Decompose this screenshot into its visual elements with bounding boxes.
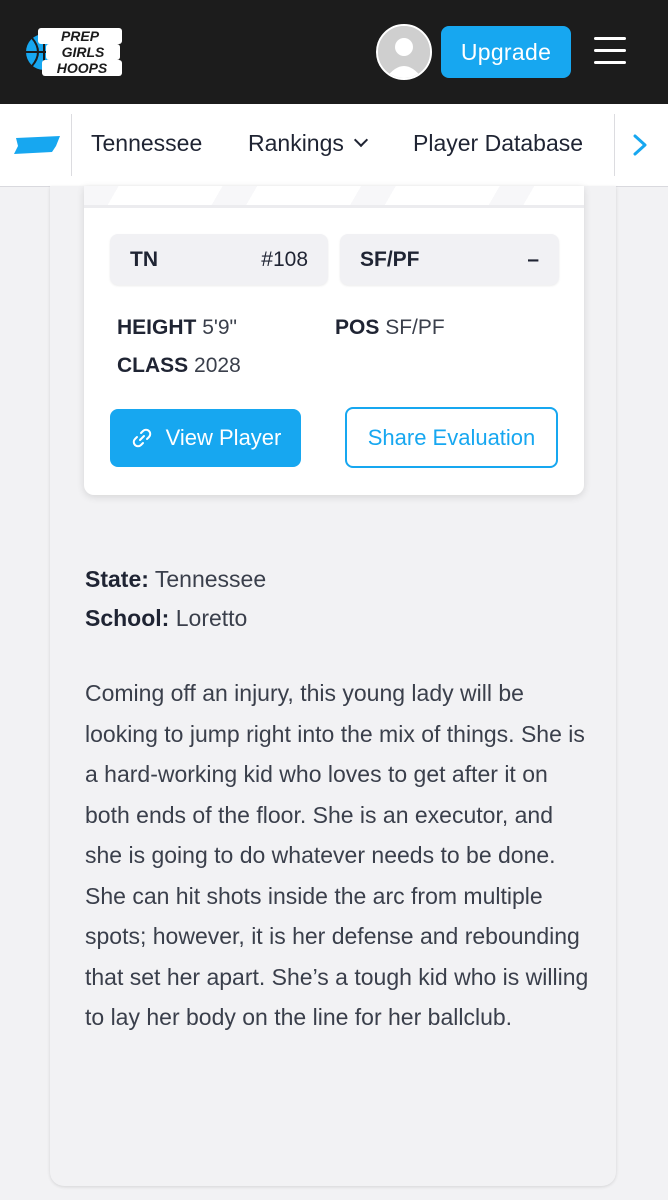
nav-item-rankings[interactable]: Rankings [248,130,368,157]
view-player-label: View Player [165,425,282,450]
school-detail-label: School: [85,605,170,631]
card-header-stripe [84,186,584,205]
class-label: CLASS [117,354,189,377]
link-icon [132,428,151,448]
height-label: HEIGHT [117,316,197,339]
nav-item-tennessee[interactable]: Tennessee [91,130,202,157]
state-detail-value: Tennessee [154,566,267,592]
state-abbr: TN [130,248,158,271]
upgrade-button[interactable]: Upgrade [441,26,571,78]
school-detail: School: Loretto [85,605,247,632]
pos-value: SF/PF [385,316,445,339]
height-stat: HEIGHT 5'9" [117,316,237,340]
prep-girls-hoops-logo[interactable]: PREP GIRLS HOOPS [24,22,124,82]
height-value: 5'9" [202,316,238,339]
nav-item-player-database[interactable]: Player Database [413,130,583,157]
share-evaluation-button[interactable]: Share Evaluation [345,407,558,468]
position-abbr: SF/PF [360,248,420,271]
hamburger-menu-icon[interactable] [594,37,626,65]
class-stat: CLASS 2028 [117,354,241,378]
state-detail: State: Tennessee [85,566,266,593]
chevron-right-icon[interactable] [630,133,650,157]
state-rank-pill: TN #108 [110,234,328,285]
tennessee-shape-icon[interactable] [12,134,62,156]
subnav-divider-right [614,114,615,176]
pos-label: POS [335,316,380,339]
position-rank: – [527,248,539,271]
user-avatar-icon[interactable] [376,24,432,80]
logo-word-3: HOOPS [57,60,108,76]
logo-word-2: GIRLS [62,44,105,60]
view-player-button[interactable]: View Player [110,409,301,467]
state-detail-label: State: [85,566,149,592]
position-rank-pill: SF/PF – [340,234,559,285]
card-divider [84,205,584,208]
pos-stat: POS SF/PF [335,316,445,340]
evaluation-text: Coming off an injury, this young lady wi… [85,680,589,1030]
state-rank: #108 [261,248,308,271]
school-detail-value: Loretto [175,605,248,631]
nav-item-rankings-label: Rankings [248,130,344,156]
class-value: 2028 [194,354,241,377]
chevron-down-icon [353,132,368,148]
logo-word-1: PREP [61,28,100,44]
subnav-divider [71,114,72,176]
